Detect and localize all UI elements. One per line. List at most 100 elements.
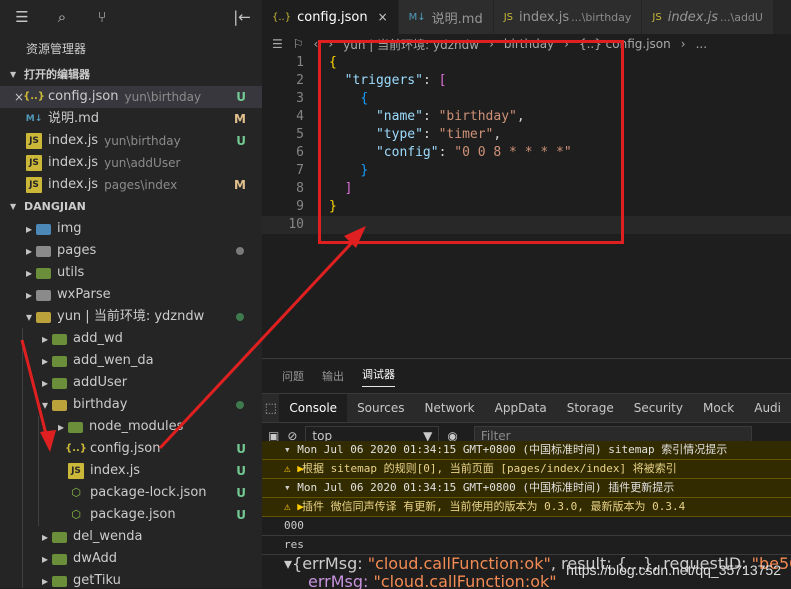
breadcrumb-separator-icon: › (680, 37, 686, 51)
js-icon: JS (26, 133, 42, 149)
tree-folder[interactable]: ▸ add_wen_da (0, 350, 262, 372)
devtools-tab[interactable]: Sources (347, 394, 414, 422)
indent-guide (22, 438, 23, 460)
tree-item-label: utils (57, 265, 85, 280)
chevron-right-icon: ▸ (25, 266, 33, 280)
open-editor-item[interactable]: JS index.js pages\index M (0, 174, 262, 196)
tree-folder[interactable]: ▸ del_wenda (0, 526, 262, 548)
breadcrumb-separator-icon: › (564, 37, 569, 51)
tab-label: config.json (297, 9, 368, 25)
tree-item-label: addUser (73, 375, 128, 390)
line-number: 1 (296, 55, 304, 70)
tree-folder[interactable]: ▸ addUser (0, 372, 262, 394)
devtools-tab[interactable]: AppData (485, 394, 557, 422)
open-editor-item[interactable]: JS index.js yun\addUser (0, 152, 262, 174)
open-editor-item[interactable]: JS index.js yun\birthday U (0, 130, 262, 152)
bottom-panel: 问题 输出 调试器 ⬚ Console Sources Network AppData St… (262, 358, 791, 589)
search-icon[interactable]: ⌕ (52, 8, 72, 26)
tree-item-label: package.json (90, 507, 176, 522)
editor-tab[interactable]: {..} config.json × (262, 0, 399, 34)
git-status-badge: U (236, 90, 246, 104)
folder-icon (36, 267, 51, 279)
tree-item-label: package-lock.json (90, 485, 207, 500)
editor-tab[interactable]: JS index.js ...\birthday (493, 0, 643, 34)
warning-icon: ⚠ ▶ (284, 500, 304, 513)
source-control-icon[interactable]: ⑂ (92, 8, 112, 26)
file-tree: ▸ img ▸ pages ▸ utils ▸ wxParse ▾ yun | 当前环境: ydz… (0, 218, 262, 588)
indent-guide (38, 438, 39, 460)
list-icon[interactable]: ☰ (272, 37, 283, 51)
console-output: ▾ Mon Jul 06 2020 01:34:15 GMT+0800 (中国标… (262, 441, 791, 555)
tree-file[interactable]: ⬡ package.json U (0, 504, 262, 526)
open-editor-item[interactable]: M↓ 说明.md M (0, 108, 262, 130)
panel-tabs: 问题 输出 调试器 (262, 359, 791, 393)
code-string: "birthday" (438, 109, 517, 124)
tree-folder[interactable]: ▸ dwAdd (0, 548, 262, 570)
chevron-right-icon: ▸ (25, 288, 33, 302)
file-name: index.js (48, 133, 99, 148)
tree-item-label: add_wen_da (73, 353, 154, 368)
indent-guide (22, 570, 23, 588)
watermark: https://blog.csdn.net/qq_35713752 (566, 562, 781, 578)
nav-back-icon[interactable]: ‹ (314, 37, 319, 51)
open-editors-header[interactable]: ▼ 打开的编辑器 (0, 64, 262, 86)
tree-file[interactable]: JS index.js U (0, 460, 262, 482)
folder-icon (52, 531, 67, 543)
code-view[interactable]: 1{ 2 "triggers": [ 3 { 4 "name": "birthd… (262, 54, 791, 234)
devtools-tab[interactable]: Security (624, 394, 693, 422)
tree-folder[interactable]: ▸ add_wd (0, 328, 262, 350)
git-status-badge: M (234, 178, 246, 192)
tree-folder[interactable]: ▸ pages (0, 240, 262, 262)
json-icon: {..} (23, 91, 45, 102)
inspect-icon[interactable]: ⬚ (262, 401, 279, 416)
editor-tab[interactable]: JS index.js ...\addU (642, 0, 774, 34)
file-name: config.json (48, 89, 119, 104)
line-number: 9 (296, 199, 304, 214)
breadcrumb-item[interactable]: birthday (504, 37, 554, 51)
console-line[interactable]: ▾ Mon Jul 06 2020 01:34:15 GMT+0800 (中国标… (262, 441, 791, 460)
breadcrumb-item[interactable]: yun | 当前环境: ydzndw (343, 36, 479, 53)
npm-package-icon: ⬡ (71, 486, 81, 499)
git-status-badge: U (236, 134, 246, 148)
devtools-tab[interactable]: Mock (693, 394, 744, 422)
tree-folder[interactable]: ▾ yun | 当前环境: ydzndw (0, 306, 262, 328)
tree-folder[interactable]: ▸ node_modules (0, 416, 262, 438)
indent-guide (22, 526, 23, 548)
breadcrumb-item[interactable]: {..} config.json (579, 37, 671, 51)
panel-tab[interactable]: 输出 (322, 368, 344, 384)
console-line[interactable]: ▾ Mon Jul 06 2020 01:34:15 GMT+0800 (中国标… (262, 479, 791, 498)
console-line: 000 (262, 517, 791, 536)
indent-guide (22, 504, 23, 526)
status-dot (236, 401, 244, 409)
devtools-tab[interactable]: Storage (557, 394, 624, 422)
console-text: Mon Jul 06 2020 01:34:15 GMT+0800 (中国标准时… (297, 443, 728, 456)
chevron-down-icon: ▼ (10, 202, 17, 211)
devtools-tab[interactable]: Audi (744, 394, 791, 422)
file-name: index.js (48, 155, 99, 170)
tree-folder[interactable]: ▾ birthday (0, 394, 262, 416)
chevron-down-icon: ▾ (25, 310, 33, 324)
collapse-sidebar-icon[interactable]: |← (232, 8, 252, 26)
tree-folder[interactable]: ▸ img (0, 218, 262, 240)
tree-file[interactable]: ⬡ package-lock.json U (0, 482, 262, 504)
panel-tab[interactable]: 问题 (282, 368, 304, 384)
nav-forward-icon[interactable]: › (328, 37, 333, 51)
devtools-tab[interactable]: Network (415, 394, 485, 422)
panel-tab[interactable]: 调试器 (362, 366, 395, 387)
devtools-tab[interactable]: Console (279, 394, 348, 422)
tree-folder[interactable]: ▸ wxParse (0, 284, 262, 306)
editor-tab[interactable]: M↓ 说明.md (398, 0, 494, 34)
close-icon[interactable]: × (378, 10, 388, 24)
breadcrumb-item[interactable]: ... (696, 37, 707, 51)
tree-file[interactable]: {..} config.json U (0, 438, 262, 460)
project-header[interactable]: ▼ DANGJIAN (0, 196, 262, 218)
open-editor-item[interactable]: × {..} config.json yun\birthday U (0, 86, 262, 108)
indent-guide (22, 416, 23, 438)
console-text: res (284, 538, 304, 551)
tree-folder[interactable]: ▸ getTiku (0, 570, 262, 588)
tree-folder[interactable]: ▸ utils (0, 262, 262, 284)
menu-icon[interactable]: ☰ (12, 8, 32, 26)
explorer-title: 资源管理器 (26, 42, 87, 56)
bookmark-icon[interactable]: ⚐ (293, 37, 304, 51)
tab-label: 说明.md (431, 11, 483, 27)
